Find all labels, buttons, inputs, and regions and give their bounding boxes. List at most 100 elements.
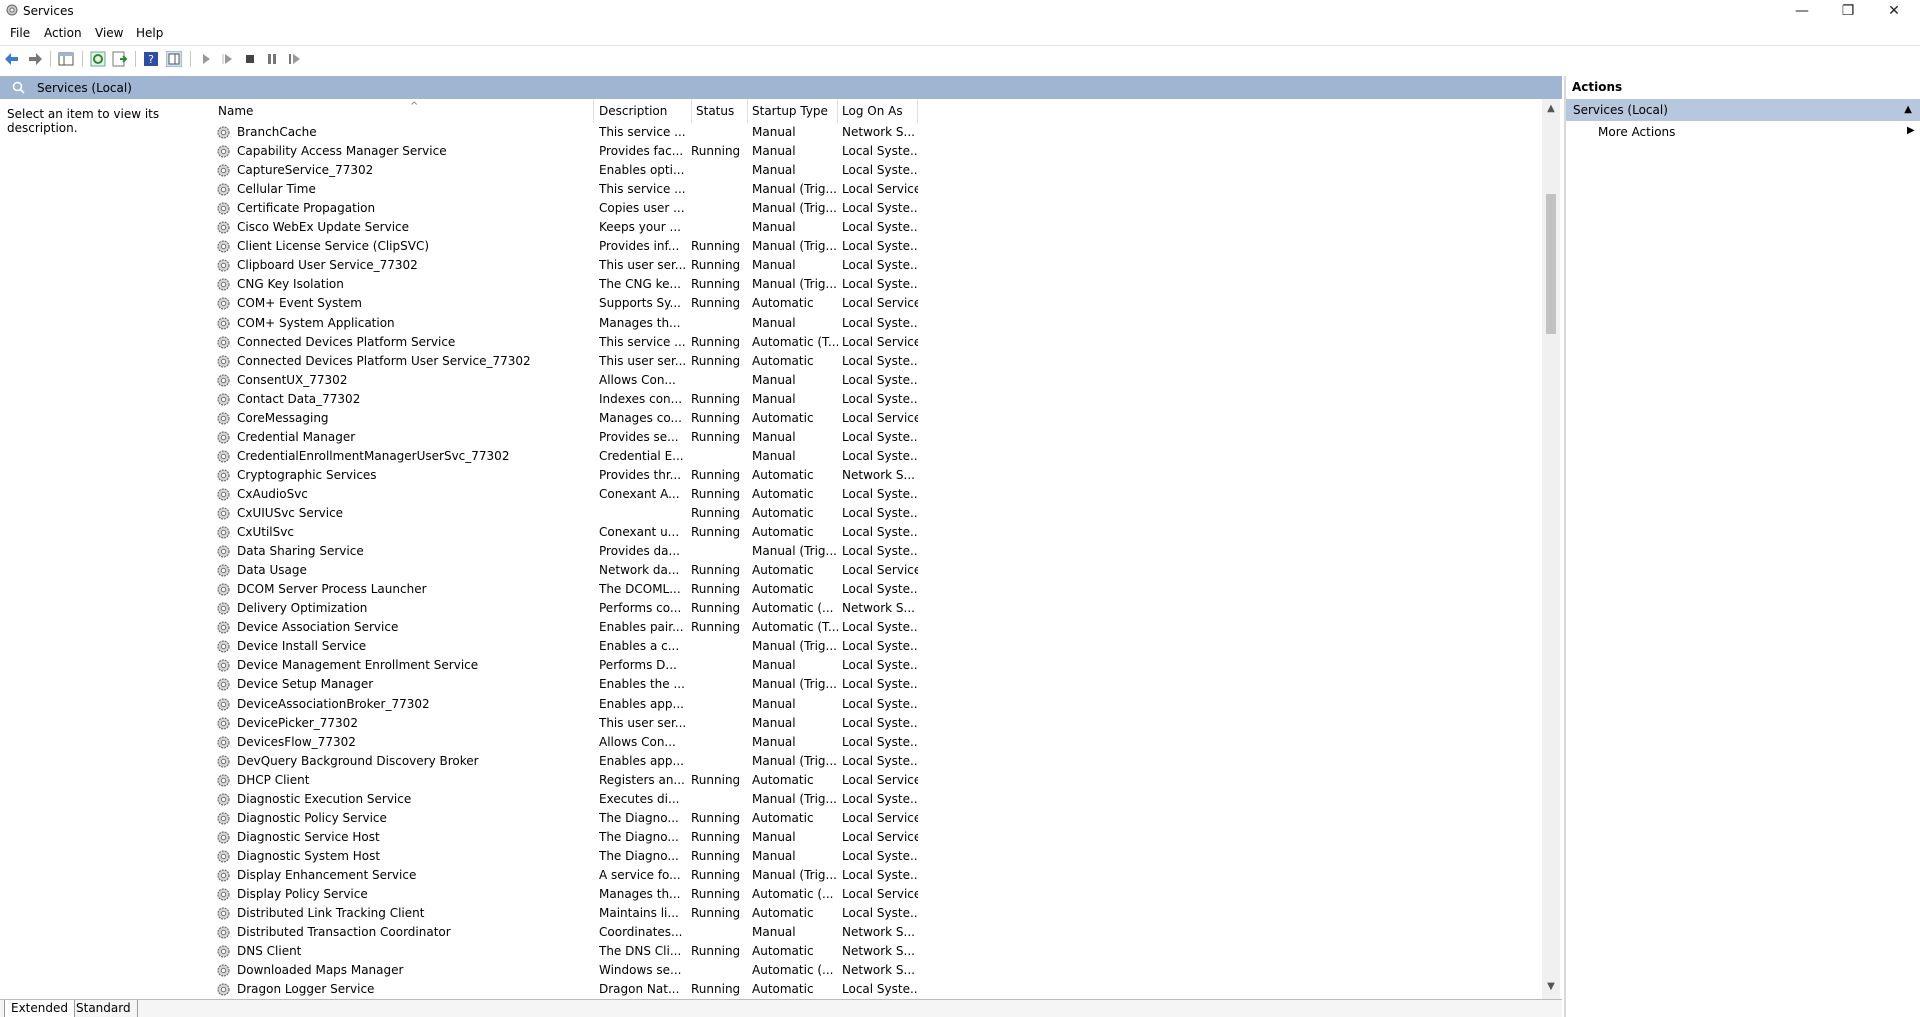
service-name: Certificate Propagation (237, 201, 376, 216)
table-row[interactable]: Connected Devices Platform User Service_… (204, 352, 1534, 371)
forward-icon[interactable] (27, 51, 43, 67)
service-log-on-as: Local Syste... (842, 544, 918, 559)
vertical-scrollbar[interactable]: ▲ ▼ (1542, 99, 1560, 999)
table-row[interactable]: DCOM Server Process Launcher The DCOML...… (204, 580, 1534, 599)
table-row[interactable]: Certificate Propagation Copies user ... Ma… (204, 199, 1534, 218)
table-row[interactable]: CredentialEnrollmentManagerUserSvc_77302… (204, 447, 1534, 466)
table-row[interactable]: ConsentUX_77302 Allows Con... Manual Local … (204, 371, 1534, 390)
table-row[interactable]: Diagnostic Policy Service The Diagno... Ru… (204, 809, 1534, 828)
column-header-description[interactable]: Description (595, 99, 692, 123)
back-icon[interactable] (4, 51, 20, 67)
table-row[interactable]: Credential Manager Provides se... Running M… (204, 428, 1534, 447)
table-row[interactable]: Diagnostic Execution Service Executes di.… (204, 790, 1534, 809)
collapse-up-icon[interactable]: ▲ (1904, 99, 1912, 121)
scroll-up-icon[interactable]: ▲ (1542, 103, 1560, 117)
service-startup-type: Manual (752, 372, 796, 387)
table-row[interactable]: Device Setup Manager Enables the ... Manua… (204, 675, 1534, 694)
table-row[interactable]: BranchCache This service ... Manual Network… (204, 123, 1534, 142)
table-row[interactable]: DevicePicker_77302 This user ser... Manual… (204, 714, 1534, 733)
table-row[interactable]: Distributed Link Tracking Client Maintain… (204, 904, 1534, 923)
service-name: Distributed Transaction Coordinator (237, 925, 451, 940)
table-row[interactable]: DNS Client The DNS Cli... Running Automatic… (204, 942, 1534, 961)
table-row[interactable]: DevQuery Background Discovery Broker Enab… (204, 752, 1534, 771)
menu-file[interactable]: File (10, 26, 30, 40)
table-row[interactable]: Diagnostic System Host The Diagno... Runni… (204, 847, 1534, 866)
service-gear-icon (217, 869, 230, 882)
tab-extended[interactable]: Extended (4, 1000, 75, 1017)
table-row[interactable]: Cisco WebEx Update Service Keeps your ...… (204, 218, 1534, 237)
scroll-down-icon[interactable]: ▼ (1542, 981, 1560, 995)
menu-view[interactable]: View (95, 26, 123, 40)
table-row[interactable]: Cellular Time This service ... Manual (Tri… (204, 180, 1534, 199)
pause-service-icon[interactable] (264, 51, 280, 67)
refresh-icon[interactable] (90, 51, 106, 67)
table-row[interactable]: Delivery Optimization Performs co... Runni… (204, 599, 1534, 618)
table-row[interactable]: Data Sharing Service Provides da... Manual… (204, 542, 1534, 561)
help-icon[interactable]: ? (143, 51, 159, 67)
menu-help[interactable]: Help (136, 26, 163, 40)
service-startup-type: Automatic (752, 353, 814, 368)
table-row[interactable]: Contact Data_77302 Indexes con... Running M… (204, 390, 1534, 409)
service-description: Enables app... (599, 696, 684, 711)
scrollbar-thumb[interactable] (1546, 194, 1556, 334)
service-gear-icon (217, 850, 230, 863)
service-status: Running (691, 867, 741, 882)
menu-action[interactable]: Action (44, 26, 82, 40)
service-description: Allows Con... (599, 734, 676, 749)
service-log-on-as: Network S... (842, 963, 915, 978)
table-row[interactable]: Clipboard User Service_77302 This user se… (204, 256, 1534, 275)
column-header-log-on-as[interactable]: Log On As (838, 99, 918, 123)
service-name: DeviceAssociationBroker_77302 (237, 696, 430, 711)
service-startup-type: Manual (Trig... (752, 677, 837, 692)
table-row[interactable]: Diagnostic Service Host The Diagno... Runn… (204, 828, 1534, 847)
table-row[interactable]: CxAudioSvc Conexant A... Running Automatic L… (204, 485, 1534, 504)
table-row[interactable]: Display Policy Service Manages th... Runni… (204, 885, 1534, 904)
table-row[interactable]: Connected Devices Platform Service This s… (204, 333, 1534, 352)
table-row[interactable]: Client License Service (ClipSVC) Provides… (204, 237, 1534, 256)
table-row[interactable]: DHCP Client Registers an... Running Automat… (204, 771, 1534, 790)
table-row[interactable]: Device Management Enrollment Service Perf… (204, 656, 1534, 675)
maximize-button[interactable]: ❐ (1826, 0, 1870, 22)
start-service-icon[interactable] (198, 51, 214, 67)
table-row[interactable]: DeviceAssociationBroker_77302 Enables app… (204, 695, 1534, 714)
stop-service-icon[interactable] (242, 51, 258, 67)
table-row[interactable]: Device Install Service Enables a c... Manu… (204, 637, 1534, 656)
close-button[interactable]: ✕ (1872, 0, 1916, 22)
table-row[interactable]: Data Usage Network da... Running Automatic L… (204, 561, 1534, 580)
table-row[interactable]: CxUIUSvc Service Running Automatic Local Sy… (204, 504, 1534, 523)
minimize-button[interactable]: — (1780, 0, 1824, 22)
table-row[interactable]: Downloaded Maps Manager Windows se... Auto… (204, 961, 1534, 980)
service-gear-icon (217, 621, 230, 634)
column-header-status[interactable]: Status (692, 99, 748, 123)
table-row[interactable]: COM+ Event System Supports Sy... Running Au… (204, 294, 1534, 313)
table-row[interactable]: Display Enhancement Service A service fo.… (204, 866, 1534, 885)
column-header-name[interactable]: Name ^ (214, 99, 594, 123)
table-row[interactable]: Device Association Service Enables pair..… (204, 618, 1534, 637)
table-row[interactable]: DevicesFlow_77302 Allows Con... Manual Loca… (204, 733, 1534, 752)
table-row[interactable]: Distributed Transaction Coordinator Coord… (204, 923, 1534, 942)
more-actions-item[interactable]: More Actions (1598, 125, 1675, 139)
table-row[interactable]: COM+ System Application Manages th... Manu… (204, 314, 1534, 333)
export-list-icon[interactable] (112, 51, 128, 67)
service-log-on-as: Local Syste... (842, 906, 918, 921)
column-header-startup-type[interactable]: Startup Type (748, 99, 838, 123)
tab-standard[interactable]: Standard (70, 1000, 138, 1017)
table-row[interactable]: Cryptographic Services Provides thr... Run… (204, 466, 1534, 485)
service-log-on-as: Local Syste... (842, 201, 918, 216)
service-description: A service fo... (599, 867, 681, 882)
table-row[interactable]: CoreMessaging Manages co... Running Automat… (204, 409, 1534, 428)
start-service-alt-icon[interactable] (220, 51, 236, 67)
service-startup-type: Manual (752, 448, 796, 463)
table-row[interactable]: CNG Key Isolation The CNG ke... Running Man… (204, 275, 1534, 294)
table-row[interactable]: CaptureService_77302 Enables opti... Manua… (204, 161, 1534, 180)
table-row[interactable]: CxUtilSvc Conexant u... Running Automatic Lo… (204, 523, 1534, 542)
table-row[interactable]: Capability Access Manager Service Provide… (204, 142, 1534, 161)
show-hide-console-tree-icon[interactable] (58, 51, 74, 67)
service-log-on-as: Local Syste... (842, 144, 918, 159)
show-action-pane-icon[interactable] (166, 51, 182, 67)
actions-group-services-local[interactable]: Services (Local) ▲ (1566, 99, 1920, 121)
table-row[interactable]: Dragon Logger Service Dragon Nat... Runnin… (204, 980, 1534, 999)
restart-service-icon[interactable] (286, 51, 302, 67)
service-description: The Diagno... (599, 848, 679, 863)
service-description: This service ... (599, 125, 686, 139)
